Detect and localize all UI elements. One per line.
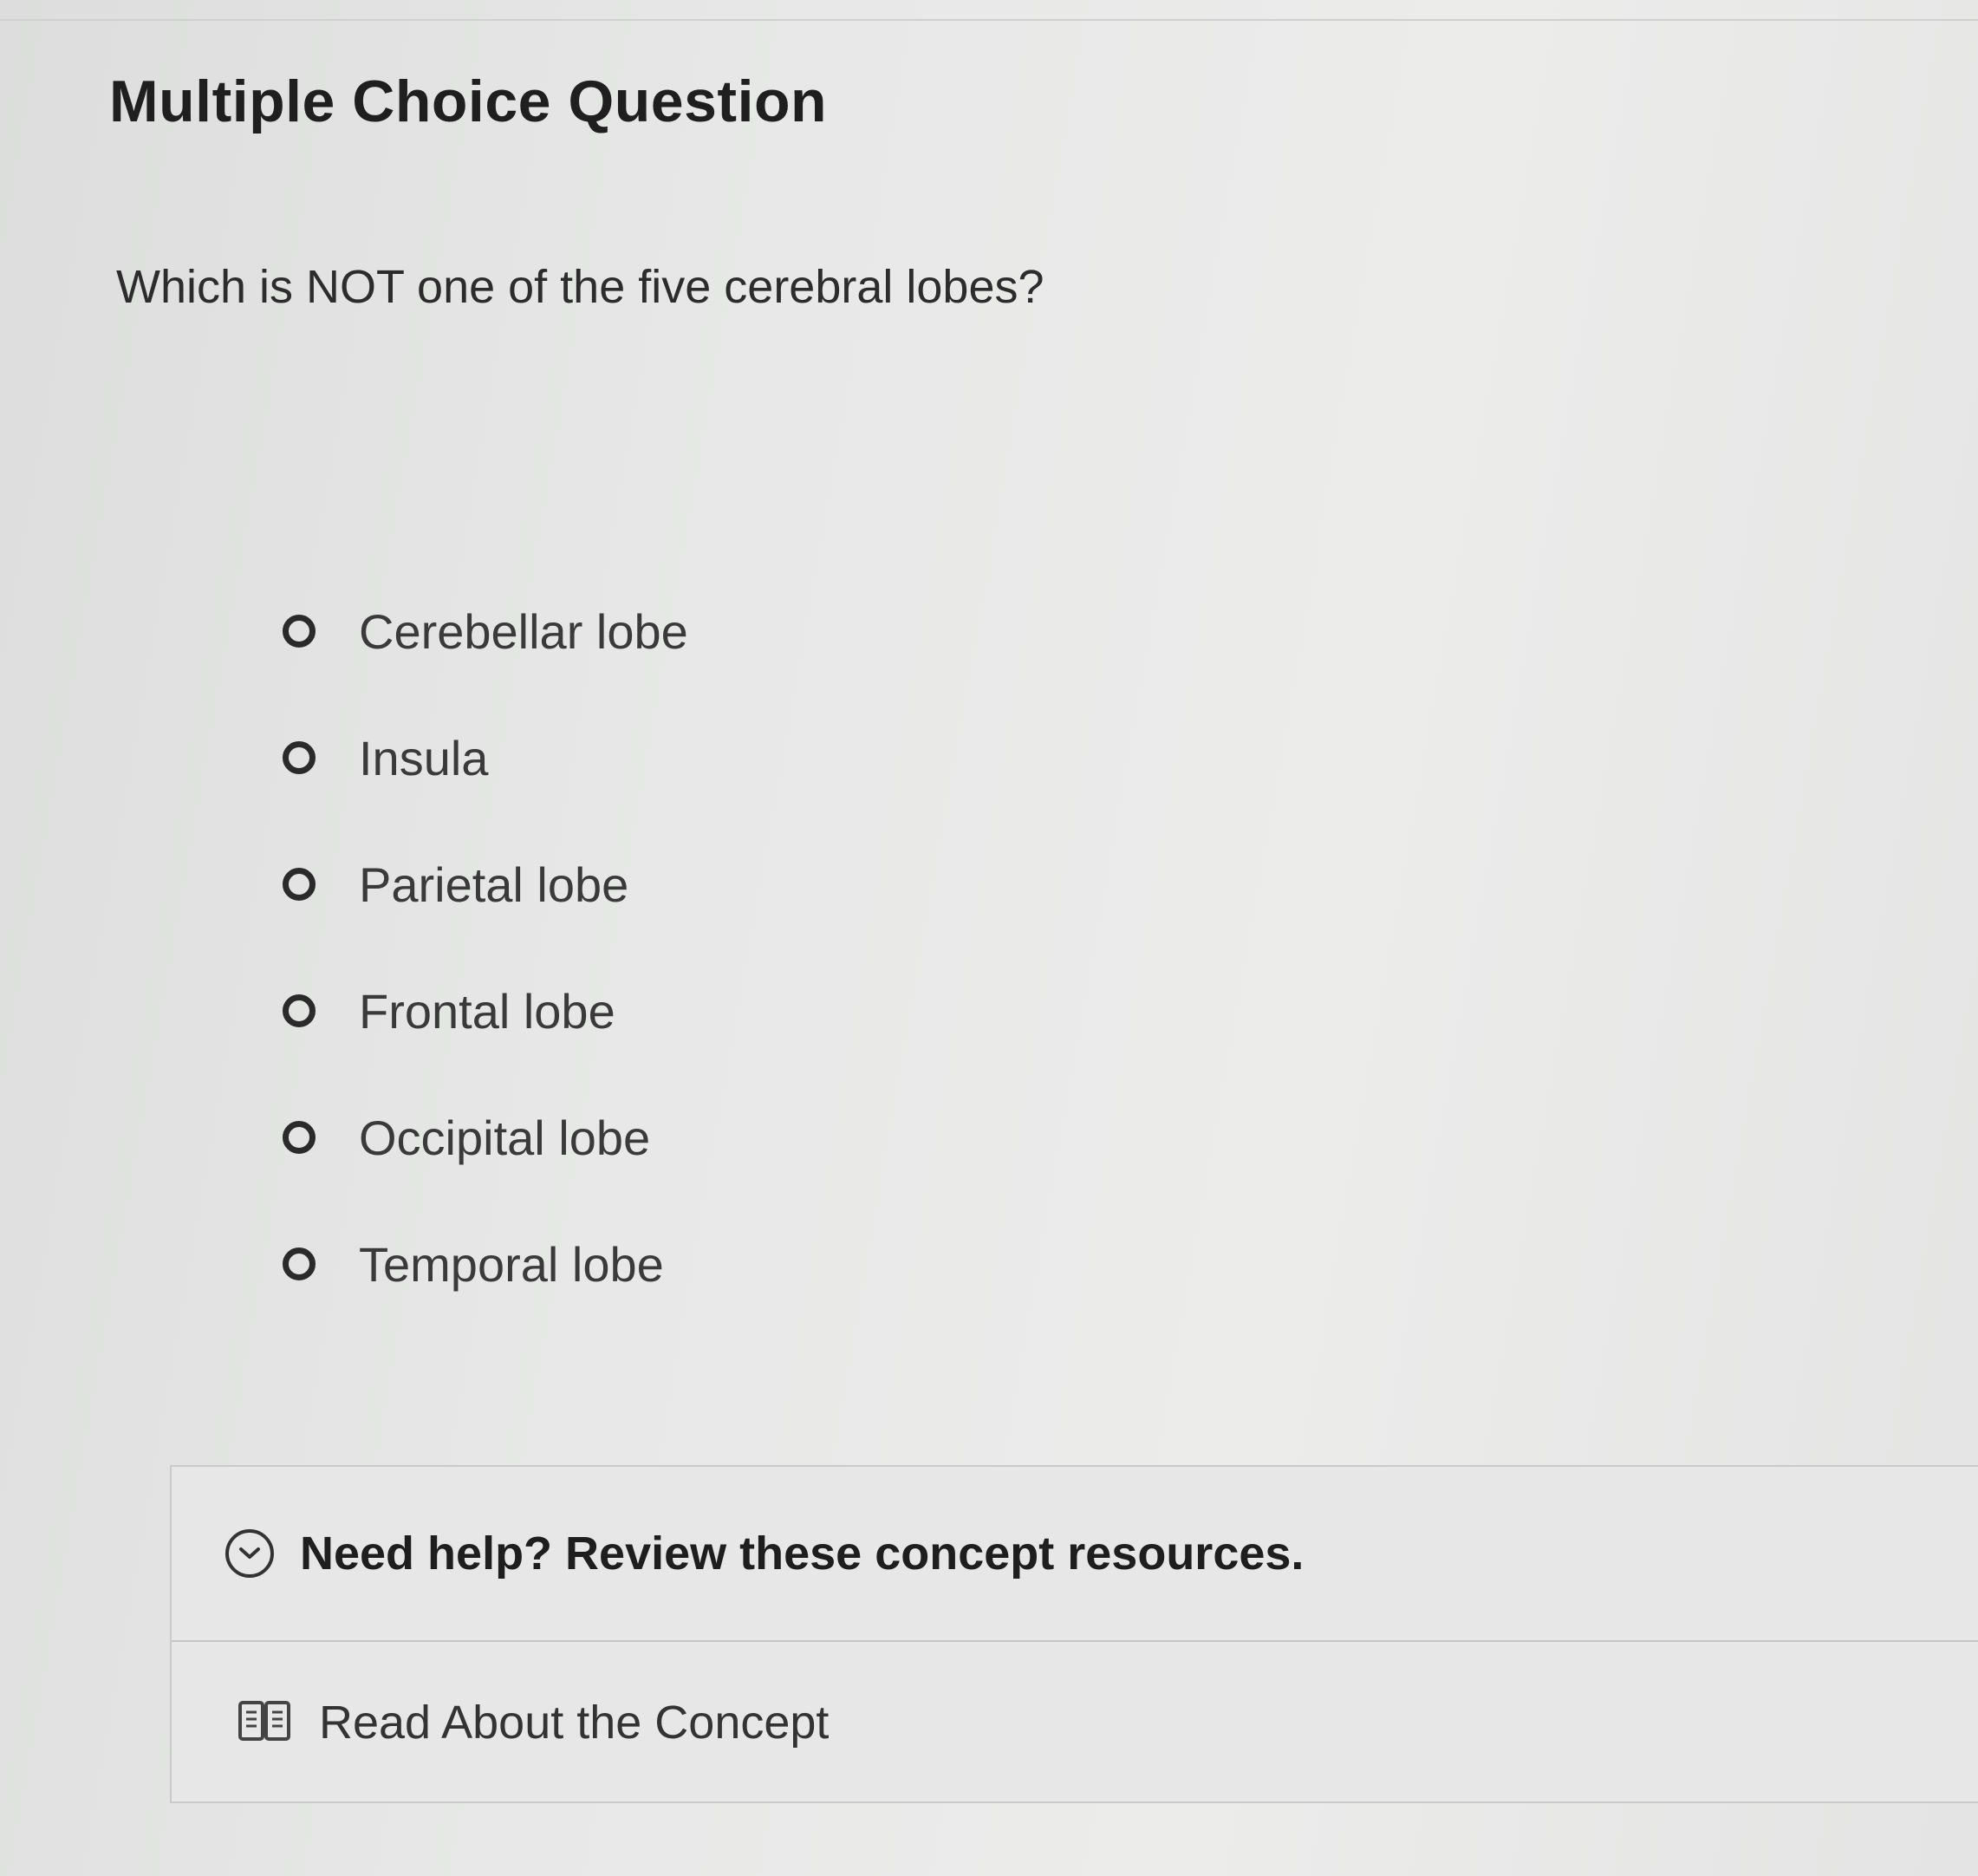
book-icon <box>237 1699 291 1747</box>
chevron-down-icon <box>225 1529 274 1578</box>
radio-button[interactable] <box>283 615 316 648</box>
choice-label: Insula <box>359 730 489 785</box>
radio-button[interactable] <box>283 741 316 774</box>
radio-button[interactable] <box>283 994 316 1027</box>
question-prompt: Which is NOT one of the five cerebral lo… <box>116 261 1044 313</box>
choice-frontal-lobe[interactable]: Frontal lobe <box>283 948 688 1074</box>
choice-cerebellar-lobe[interactable]: Cerebellar lobe <box>283 568 688 694</box>
question-type-heading: Multiple Choice Question <box>109 68 828 134</box>
answer-choices: Cerebellar lobe Insula Parietal lobe Fro… <box>283 568 688 1327</box>
concept-resources-toggle[interactable]: Need help? Review these concept resource… <box>172 1467 1978 1642</box>
choice-temporal-lobe[interactable]: Temporal lobe <box>283 1201 688 1327</box>
choice-label: Cerebellar lobe <box>359 603 688 659</box>
concept-resources-panel: Need help? Review these concept resource… <box>170 1465 1978 1803</box>
choice-label: Occipital lobe <box>359 1110 651 1165</box>
choice-label: Frontal lobe <box>359 983 615 1039</box>
choice-label: Temporal lobe <box>359 1236 664 1292</box>
question-page: Multiple Choice Question Which is NOT on… <box>0 0 1978 1876</box>
concept-resources-title: Need help? Review these concept resource… <box>300 1528 1305 1580</box>
radio-button[interactable] <box>283 1247 316 1280</box>
choice-label: Parietal lobe <box>359 857 629 912</box>
resource-label: Read About the Concept <box>319 1697 830 1749</box>
radio-button[interactable] <box>283 868 316 901</box>
choice-occipital-lobe[interactable]: Occipital lobe <box>283 1074 688 1201</box>
radio-button[interactable] <box>283 1121 316 1154</box>
top-divider <box>0 19 1978 21</box>
choice-insula[interactable]: Insula <box>283 694 688 821</box>
read-about-concept-link[interactable]: Read About the Concept <box>172 1642 1978 1803</box>
choice-parietal-lobe[interactable]: Parietal lobe <box>283 821 688 948</box>
